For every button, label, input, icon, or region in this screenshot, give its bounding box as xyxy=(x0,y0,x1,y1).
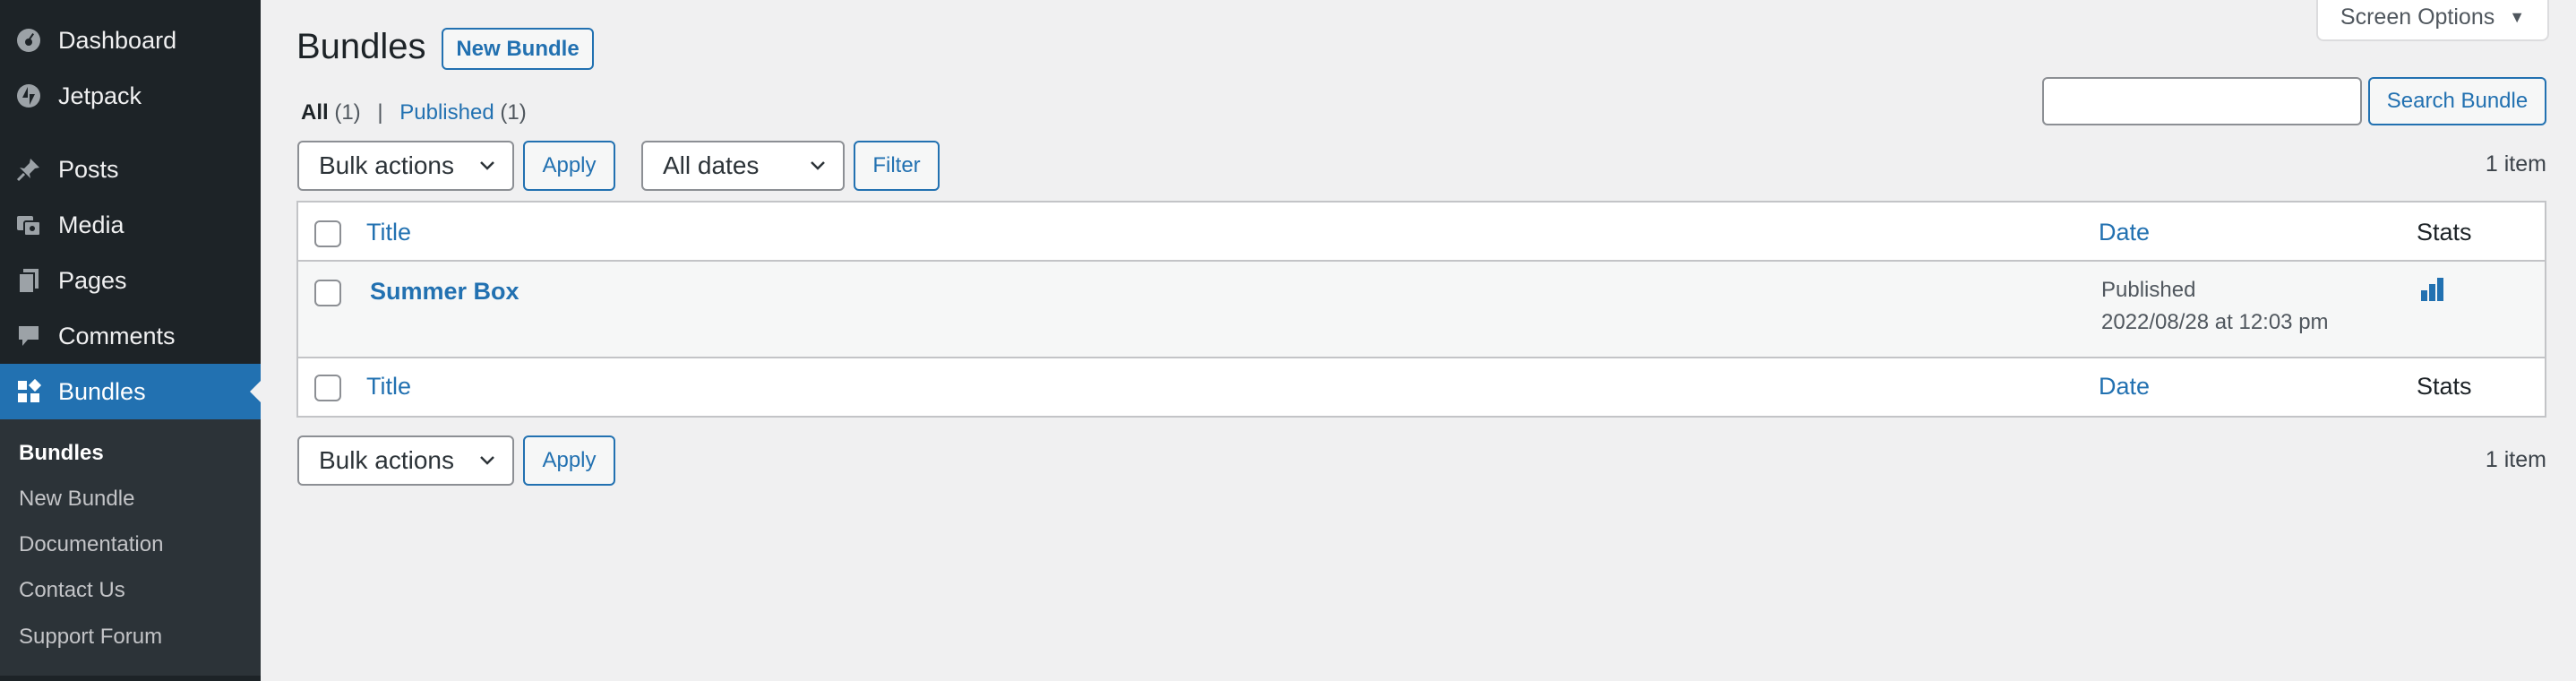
chevron-down-icon xyxy=(811,161,825,170)
column-date-sort-footer[interactable]: Date xyxy=(2099,373,2150,401)
view-published-link[interactable]: Published xyxy=(399,100,494,125)
submenu-bundles[interactable]: Bundles xyxy=(19,441,104,466)
dashboard-icon xyxy=(15,27,42,54)
row-checkbox[interactable] xyxy=(314,280,341,306)
column-title-sort-footer[interactable]: Title xyxy=(366,373,411,401)
bulk-actions-label: Bulk actions xyxy=(319,151,454,179)
post-date: 2022/08/28 at 12:03 pm xyxy=(2101,310,2329,334)
bulk-actions-select-top[interactable]: Bulk actions xyxy=(297,141,514,191)
status-views: All (1) | Published (1) xyxy=(301,100,527,125)
view-all-count: (1) xyxy=(334,100,361,125)
submenu-support-forum[interactable]: Support Forum xyxy=(19,625,162,650)
page-title: Bundles xyxy=(296,27,426,66)
bulk-actions-label: Bulk actions xyxy=(319,446,454,474)
grid-icon xyxy=(15,378,42,405)
table-header-row: Title Date Stats xyxy=(298,203,2545,262)
item-count-top: 1 item xyxy=(2485,151,2546,177)
column-stats-header: Stats xyxy=(2417,219,2472,246)
search-bundle-button[interactable]: Search Bundle xyxy=(2368,77,2546,125)
column-title-sort[interactable]: Title xyxy=(366,219,411,246)
comment-icon xyxy=(15,323,42,349)
triangle-down-icon: ▼ xyxy=(2509,7,2526,26)
screen-options-label: Screen Options xyxy=(2340,4,2495,30)
view-published-count: (1) xyxy=(500,100,527,125)
bundles-table: Title Date Stats Summer Box Published 20… xyxy=(296,201,2546,418)
view-all-link[interactable]: All xyxy=(301,100,329,125)
select-all-checkbox[interactable] xyxy=(314,220,341,247)
apply-button-bottom[interactable]: Apply xyxy=(523,435,615,486)
chevron-down-icon xyxy=(480,161,494,170)
post-status: Published xyxy=(2101,278,2196,302)
new-bundle-button[interactable]: New Bundle xyxy=(442,28,594,70)
column-date-sort[interactable]: Date xyxy=(2099,219,2150,246)
column-stats-footer: Stats xyxy=(2417,373,2472,400)
view-separator: | xyxy=(377,100,383,125)
chevron-down-icon xyxy=(480,456,494,465)
screen-options-button[interactable]: Screen Options ▼ xyxy=(2316,0,2549,41)
bulk-actions-select-bottom[interactable]: Bulk actions xyxy=(297,435,514,486)
menu-item-bundles[interactable]: Bundles xyxy=(0,364,261,419)
menu-item-jetpack[interactable]: Jetpack xyxy=(0,68,261,124)
menu-item-media[interactable]: Media xyxy=(0,197,261,253)
pin-icon xyxy=(15,156,42,183)
item-count-bottom: 1 item xyxy=(2485,447,2546,472)
menu-item-pages[interactable]: Pages xyxy=(0,253,261,308)
menu-item-comments[interactable]: Comments xyxy=(0,308,261,364)
table-row: Summer Box Published 2022/08/28 at 12:03… xyxy=(298,262,2545,358)
date-filter-select[interactable]: All dates xyxy=(641,141,845,191)
submenu-documentation[interactable]: Documentation xyxy=(19,532,163,557)
date-filter-label: All dates xyxy=(663,151,760,179)
bundle-title-link[interactable]: Summer Box xyxy=(370,278,519,306)
jetpack-icon xyxy=(15,82,42,109)
table-footer-row: Title Date Stats xyxy=(298,358,2545,416)
submenu-new-bundle[interactable]: New Bundle xyxy=(19,487,134,512)
pages-icon xyxy=(15,267,42,294)
search-input[interactable] xyxy=(2042,77,2362,125)
admin-sidebar: Dashboard Jetpack Posts Media Pages Comm… xyxy=(0,0,261,681)
media-icon xyxy=(15,211,42,238)
submenu-contact-us[interactable]: Contact Us xyxy=(19,578,125,603)
bar-chart-icon[interactable] xyxy=(2419,276,2446,303)
select-all-checkbox-footer[interactable] xyxy=(314,375,341,401)
menu-item-posts[interactable]: Posts xyxy=(0,142,261,197)
menu-item-dashboard[interactable]: Dashboard xyxy=(0,13,261,68)
bundles-submenu: Bundles New Bundle Documentation Contact… xyxy=(0,419,261,676)
filter-button[interactable]: Filter xyxy=(854,141,940,191)
apply-button-top[interactable]: Apply xyxy=(523,141,615,191)
